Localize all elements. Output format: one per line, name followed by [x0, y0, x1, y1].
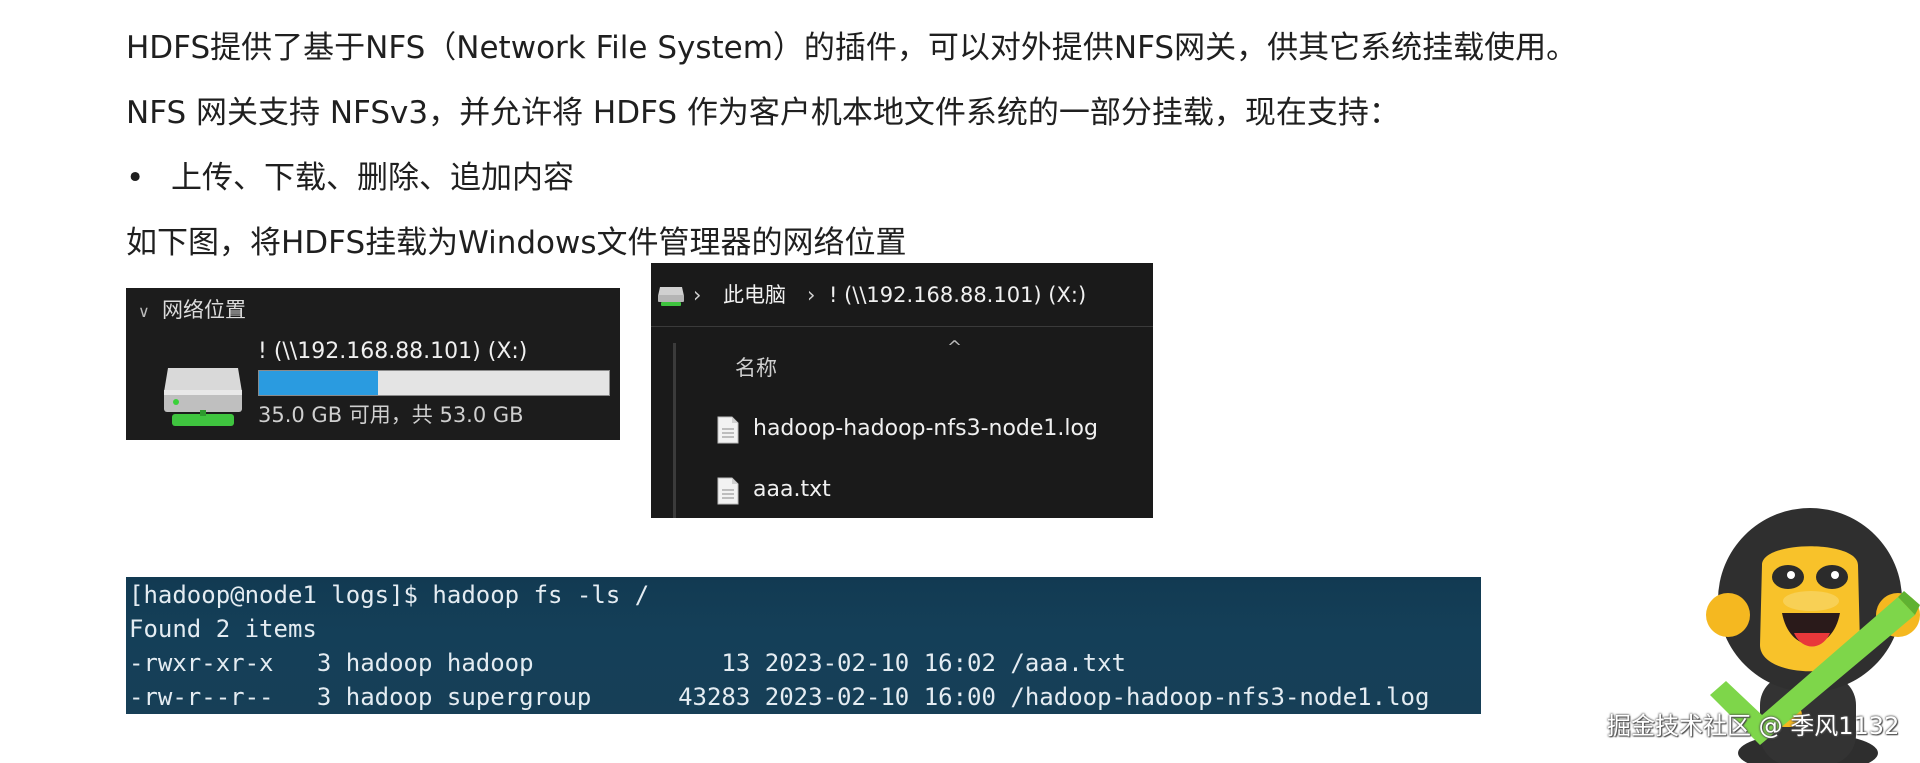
network-drive-icon[interactable] [657, 285, 685, 307]
drive-name[interactable]: ! (\\192.168.88.101) (X:) [258, 337, 527, 367]
drive-space-text: 35.0 GB 可用，共 53.0 GB [258, 403, 524, 427]
terminal-line: -rw-r--r-- 3 hadoop supergroup 43283 202… [129, 683, 1430, 711]
terminal-command-line: [hadoop@node1 logs]$ hadoop fs -ls / [129, 581, 650, 609]
breadcrumb-drive[interactable]: ! (\\192.168.88.101) (X:) [829, 280, 1086, 310]
terminal-line: -rwxr-xr-x 3 hadoop hadoop 13 2023-02-10… [129, 649, 1126, 677]
breadcrumb-separator: › [693, 283, 702, 307]
bullet-item: • 上传、下载、删除、追加内容 [126, 158, 574, 198]
file-icon [717, 477, 739, 505]
network-location-panel: ∨ 网络位置 ! (\\192.168.88.101) (X:) 35.0 GB … [126, 288, 620, 440]
watermark: 掘金技术社区 @ 季风1132 [1607, 712, 1900, 740]
sort-ascending-icon: ^ [947, 337, 963, 358]
breadcrumb-separator: › [807, 283, 816, 307]
file-icon [717, 416, 739, 444]
network-section-title: 网络位置 [162, 298, 246, 322]
network-drive-icon[interactable] [162, 362, 244, 428]
terminal-line: Found 2 items [129, 615, 317, 643]
breadcrumb-this-pc[interactable]: 此电脑 [723, 280, 786, 310]
drive-usage-fill [259, 371, 378, 395]
network-section-header[interactable]: ∨ 网络位置 [138, 296, 246, 326]
column-header-name[interactable]: 名称 [735, 353, 777, 383]
figure-caption: 如下图，将HDFS挂载为Windows文件管理器的网络位置 [126, 225, 907, 261]
file-name: hadoop-hadoop-nfs3-node1.log [753, 416, 1098, 441]
terminal-output: [hadoop@node1 logs]$ hadoop fs -ls / Fou… [126, 577, 1481, 714]
bullet-marker: • [126, 160, 145, 196]
drive-usage-bar [258, 370, 610, 396]
scrollbar-track[interactable] [673, 343, 676, 518]
file-name: aaa.txt [753, 477, 831, 502]
intro-paragraph: HDFS提供了基于NFS（Network File System）的插件，可以对… [126, 30, 1578, 66]
file-explorer-panel: › 此电脑 › ! (\\192.168.88.101) (X:) ^ 名称 h… [651, 263, 1153, 518]
gateway-paragraph: NFS 网关支持 NFSv3，并允许将 HDFS 作为客户机本地文件系统的一部分… [126, 95, 1400, 131]
chevron-down-icon[interactable]: ∨ [138, 298, 162, 326]
breadcrumb: › 此电脑 › ! (\\192.168.88.101) (X:) [651, 263, 1153, 327]
bullet-text: 上传、下载、删除、追加内容 [171, 160, 574, 196]
